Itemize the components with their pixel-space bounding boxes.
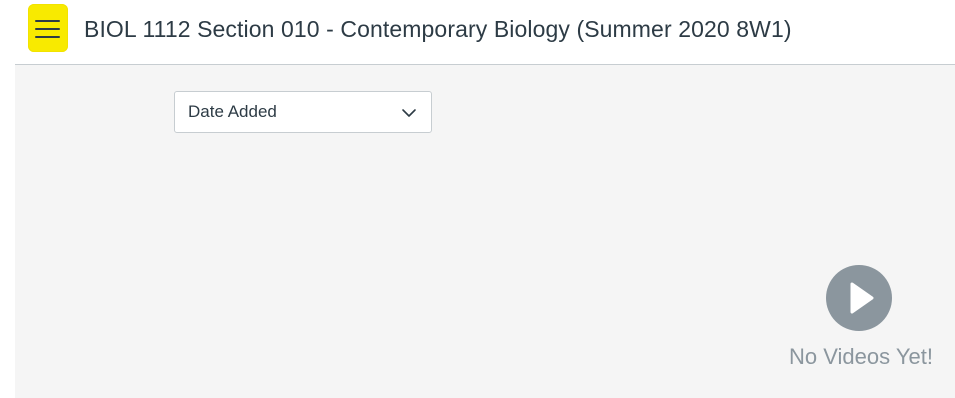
videos-content-area: Date Added No Videos Yet! (15, 64, 955, 398)
course-menu-button[interactable] (28, 4, 68, 52)
hamburger-bar-top (35, 20, 60, 22)
sort-order-select[interactable]: Date Added (174, 91, 432, 133)
chevron-down-icon (402, 109, 416, 117)
play-circle-icon (826, 265, 892, 331)
empty-state-message: No Videos Yet! (789, 344, 933, 369)
hamburger-bar-bottom (35, 36, 60, 38)
play-triangle (850, 282, 874, 314)
hamburger-menu-icon (35, 20, 60, 40)
page: BIOL 1112 Section 010 - Contemporary Bio… (0, 0, 955, 398)
course-header: BIOL 1112 Section 010 - Contemporary Bio… (0, 0, 955, 64)
empty-state: No Videos Yet! (767, 265, 955, 375)
hamburger-bar-middle (35, 28, 60, 30)
course-title: BIOL 1112 Section 010 - Contemporary Bio… (84, 16, 792, 42)
sort-order-value: Date Added (188, 102, 277, 121)
